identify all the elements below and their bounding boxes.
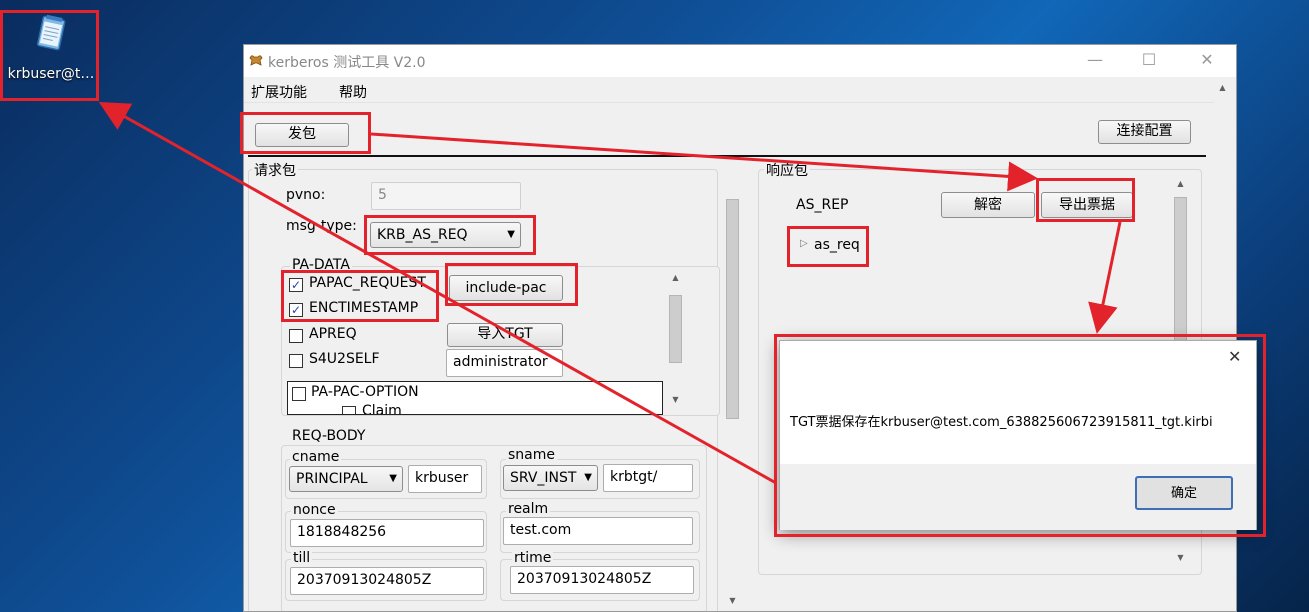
annotation-arrows [98, 102, 1122, 485]
arrow-export-to-dialog [1088, 221, 1122, 334]
arrow-send-to-response [370, 132, 1038, 192]
arrow-dialog-to-desktop-file [98, 102, 777, 485]
